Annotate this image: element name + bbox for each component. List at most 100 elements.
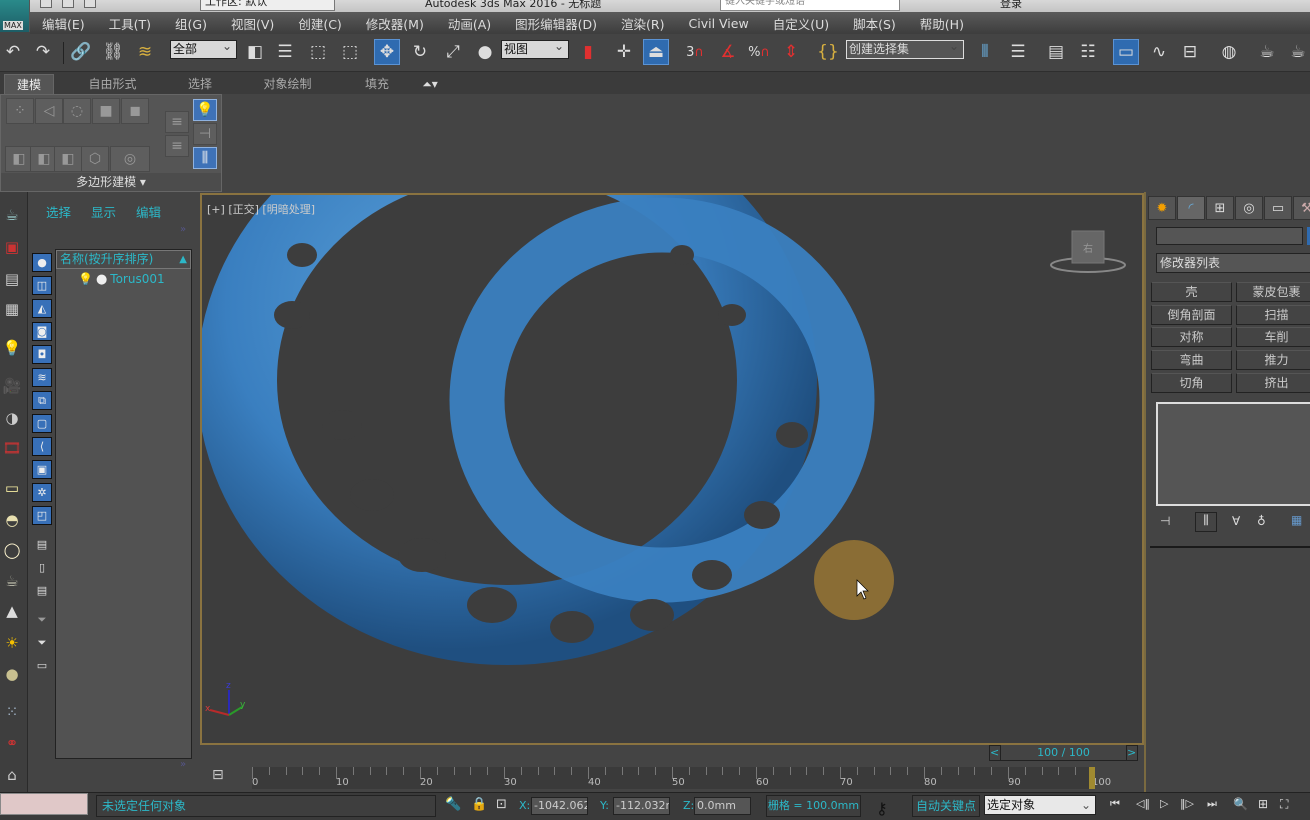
search-input[interactable]: 键入关键字或短语 [720, 0, 900, 11]
rectangular-selection-icon[interactable]: ⬚ [305, 39, 331, 65]
unlink-icon[interactable]: ⛓ [100, 39, 126, 65]
mirror-icon[interactable]: ⫴ [972, 39, 998, 65]
display-hidden-icon[interactable]: ◰ [32, 506, 52, 525]
zoom-all-icon[interactable]: ⊞ [1258, 797, 1268, 811]
show-end-result-toggle-icon[interactable]: ⫼ [1195, 512, 1217, 532]
sun-icon[interactable]: ☀ [0, 632, 24, 654]
teapot-icon[interactable]: ☕ [0, 204, 24, 226]
menu-modifiers[interactable]: 修改器(M) [354, 14, 436, 33]
menu-graph-editors[interactable]: 图形编辑器(D) [503, 14, 609, 33]
zoom-extents-icon[interactable]: ⛶ [1280, 797, 1288, 812]
edit-named-selection-icon[interactable]: {} [815, 39, 841, 65]
menu-scripting[interactable]: 脚本(S) [841, 14, 908, 33]
rendered-frame-window-icon[interactable]: ☕ [1285, 39, 1310, 65]
slider-panel-icon[interactable]: ▦ [0, 298, 24, 320]
menu-group[interactable]: 组(G) [163, 14, 219, 33]
bone-icon[interactable]: ⚭ [0, 732, 24, 754]
display-tab-icon[interactable]: ▭ [1264, 196, 1292, 220]
edge-icon[interactable]: ◁ [35, 98, 63, 124]
scene-tab-edit[interactable]: 编辑 [136, 202, 161, 221]
utilities-tab-icon[interactable]: ⚒ [1293, 196, 1310, 220]
modifier-skin-wrap-button[interactable]: 蒙皮包裹 [1236, 282, 1310, 302]
menu-edit[interactable]: 编辑(E) [30, 14, 97, 33]
modifier-lathe-button[interactable]: 车削 [1236, 327, 1310, 347]
column-header-name[interactable]: 名称(按升序排序) ▲ [56, 250, 191, 269]
display-shapes-icon[interactable]: ◫ [32, 276, 52, 295]
next-frame-button[interactable]: > [1126, 745, 1138, 761]
hierarchy-tab-icon[interactable]: ⊞ [1206, 196, 1234, 220]
track-bar[interactable]: 0 10 20 30 40 50 60 70 80 90 100 [252, 767, 1111, 789]
render-setup-icon[interactable]: ☕ [1254, 39, 1280, 65]
tripod-icon[interactable]: ⌂ [0, 764, 24, 786]
workspace-dropdown[interactable]: 工作区: 默认 [200, 0, 335, 11]
select-and-move-icon[interactable]: ✥ [374, 39, 400, 65]
display-cameras-icon[interactable]: ◙ [32, 322, 52, 341]
scene-tab-display[interactable]: 显示 [91, 202, 116, 221]
modifier-bend-button[interactable]: 弯曲 [1151, 350, 1232, 370]
sphere-icon[interactable]: ● [0, 663, 24, 685]
mini-curve-editor-icon[interactable]: ⊟ [212, 767, 224, 783]
previous-frame-icon[interactable]: ◁‖ [1136, 797, 1150, 810]
list-item[interactable]: 💡 ● Torus001 [56, 269, 191, 289]
absolute-mode-icon[interactable]: ⊡ [496, 797, 507, 812]
invert-display-icon[interactable]: ▤ [32, 581, 52, 600]
play-icon[interactable]: ▷ [1160, 797, 1168, 810]
viewcube[interactable]: 右 [1050, 230, 1126, 273]
plane-light-icon[interactable]: ▭ [0, 477, 24, 499]
next-frame-icon[interactable]: ‖▷ [1180, 797, 1194, 810]
display-geometry-icon[interactable]: ● [32, 253, 52, 272]
viewport-label[interactable]: [+] [正交] [明暗处理] [207, 201, 315, 217]
create-tab-icon[interactable]: ✹ [1148, 196, 1176, 220]
pin-stack-icon[interactable]: ⊣ [193, 123, 217, 145]
render-scene-icon[interactable]: ▣ [0, 236, 24, 258]
isolate-selection-icon[interactable]: 🔦 [445, 797, 461, 812]
modifier-bevel-profile-button[interactable]: 倒角剖面 [1151, 305, 1232, 325]
menu-animation[interactable]: 动画(A) [436, 14, 503, 33]
modifier-stack-list[interactable] [1156, 402, 1310, 506]
menu-help[interactable]: 帮助(H) [908, 14, 976, 33]
display-none-icon[interactable]: ▯ [32, 558, 52, 577]
select-object-icon[interactable]: ◧ [242, 39, 268, 65]
y-coordinate-field[interactable]: -112.032m [613, 797, 670, 815]
select-and-rotate-icon[interactable]: ↻ [407, 39, 433, 65]
viewport-view-label[interactable]: [正交] [228, 203, 259, 216]
loop-selection-icon[interactable]: ⬡ [81, 146, 109, 172]
prev-frame-button[interactable]: < [989, 745, 1001, 761]
z-coordinate-field[interactable]: 0.0mm [694, 797, 751, 815]
snap-toggle-icon[interactable]: 3 ∩ [682, 39, 708, 65]
maxscript-listener[interactable] [0, 793, 88, 815]
modifier-sweep-button[interactable]: 扫描 [1236, 305, 1310, 325]
ribbon-options-icon[interactable]: ⏶▾ [415, 74, 445, 94]
tab-modeling[interactable]: 建模 [4, 74, 54, 94]
move-down-icon[interactable]: ≡ [165, 135, 189, 157]
display-frozen-icon[interactable]: ✲ [32, 483, 52, 502]
select-and-scale-icon[interactable]: ⤢ [440, 39, 466, 65]
bind-space-warp-icon[interactable]: ≋ [132, 39, 158, 65]
spinner-snap-icon[interactable]: ⇕ [778, 39, 804, 65]
menu-tools[interactable]: 工具(T) [97, 14, 163, 33]
reference-coordinate-dropdown[interactable]: 视图 [501, 38, 569, 59]
light-icon[interactable]: 💡 [0, 337, 24, 359]
angle-snap-icon[interactable]: ∡ [715, 39, 741, 65]
display-all-icon[interactable]: ▤ [32, 535, 52, 554]
panel-icon[interactable]: ▤ [0, 268, 24, 290]
display-containers-icon[interactable]: ▣ [32, 460, 52, 479]
vertex-icon[interactable]: ⁘ [6, 98, 34, 124]
find-icon[interactable]: ▭ [32, 656, 52, 675]
app-logo-button[interactable]: MAX [0, 0, 30, 32]
pin-stack-icon[interactable]: ⊣ [1160, 514, 1170, 528]
modifier-chamfer-button[interactable]: 切角 [1151, 373, 1232, 393]
dome-icon[interactable]: ◓ [0, 509, 24, 531]
particles-icon[interactable]: ⁙ [0, 701, 24, 723]
menu-create[interactable]: 创建(C) [286, 14, 353, 33]
selection-filter-dropdown[interactable]: 全部 [170, 38, 237, 59]
scene-tab-select[interactable]: 选择 [46, 202, 71, 221]
expand-icon[interactable]: » [180, 224, 186, 235]
key-filter-dropdown[interactable]: 选定对象 ⌄ [984, 795, 1096, 815]
ring-selection-icon[interactable]: ◧ [54, 146, 82, 172]
menu-rendering[interactable]: 渲染(R) [609, 14, 676, 33]
sphere-light-icon[interactable]: ◯ [0, 539, 24, 561]
layer-manager-icon[interactable]: ☷ [1075, 39, 1101, 65]
tab-object-paint[interactable]: 对象绘制 [255, 74, 320, 94]
modifier-shell-button[interactable]: 壳 [1151, 282, 1232, 302]
